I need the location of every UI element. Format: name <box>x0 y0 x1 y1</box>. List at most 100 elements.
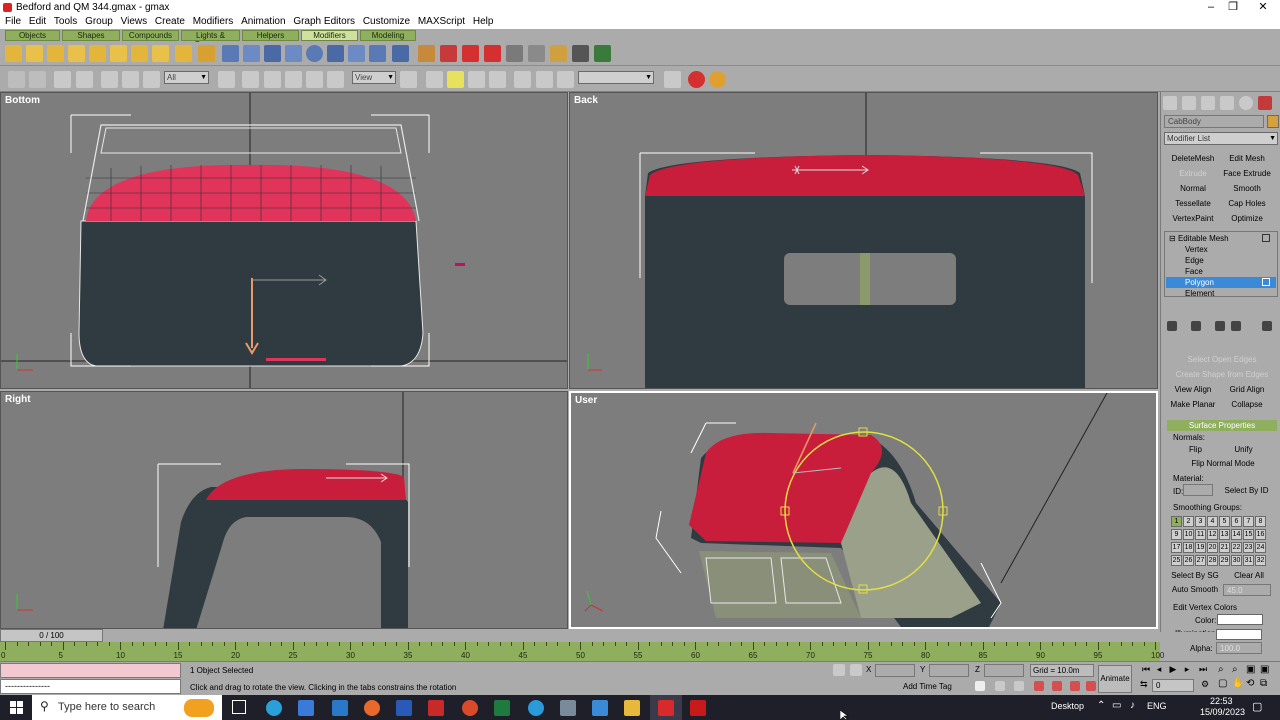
zoom-extents-icon[interactable]: ▣ <box>1246 664 1255 675</box>
clock-time[interactable]: 22:53 <box>1210 696 1233 706</box>
select-icon[interactable] <box>101 71 118 88</box>
minimize-button[interactable]: – <box>1200 0 1222 15</box>
sphere-icon[interactable] <box>306 45 323 62</box>
next-frame-icon[interactable]: ▸ <box>1180 664 1194 676</box>
mirror-icon[interactable] <box>514 71 531 88</box>
menu-customize[interactable]: Customize <box>363 15 410 29</box>
smoothing-group-button[interactable]: 2 <box>1183 516 1194 527</box>
pan-icon[interactable]: ✋ <box>1232 678 1244 689</box>
smoothing-group-button[interactable]: 27 <box>1195 555 1206 566</box>
firefox-icon[interactable] <box>364 700 380 716</box>
key-filter-icon[interactable] <box>1014 681 1024 691</box>
gmax-task-active[interactable] <box>650 695 682 720</box>
menu-animation[interactable]: Animation <box>241 15 285 29</box>
tessellate-button[interactable]: Tessellate <box>1167 197 1219 210</box>
move-icon[interactable] <box>242 71 259 88</box>
scale-icon[interactable] <box>327 71 344 88</box>
display-tab-icon[interactable] <box>1239 96 1253 110</box>
prev-frame-icon[interactable]: ◂ <box>1152 664 1166 676</box>
stack-toggle-icon[interactable] <box>1262 234 1270 242</box>
select-by-name-icon[interactable] <box>122 71 139 88</box>
lock-selection-icon[interactable] <box>833 664 845 676</box>
stack-root-editable-mesh[interactable]: ⊟ Editable Mesh <box>1169 234 1229 243</box>
key-filter-icon[interactable] <box>1086 681 1096 691</box>
modifier-icon[interactable] <box>327 45 344 62</box>
viewport-user[interactable]: User <box>569 391 1158 629</box>
windows-start-icon[interactable] <box>10 701 23 714</box>
menu-group[interactable]: Group <box>85 15 113 29</box>
network-icon[interactable]: ▭ <box>1112 700 1121 711</box>
create-tab-icon[interactable] <box>1163 96 1177 110</box>
redo-icon[interactable] <box>29 71 46 88</box>
skype-icon[interactable] <box>528 700 544 716</box>
ref-coord-dropdown[interactable]: View <box>352 71 396 84</box>
cap-holes-button[interactable]: Cap Holes <box>1221 197 1273 210</box>
remove-modifier-icon[interactable] <box>1231 321 1241 331</box>
stack-item-vertex[interactable]: Vertex <box>1185 245 1208 254</box>
select-by-id-button[interactable]: Select By ID <box>1219 484 1274 497</box>
alpha-field[interactable]: 100.0 <box>1216 642 1262 654</box>
smoothing-group-button[interactable]: 28 <box>1207 555 1218 566</box>
smoothing-group-button[interactable]: 20 <box>1207 542 1218 553</box>
rotate-icon[interactable] <box>285 71 302 88</box>
undo-icon[interactable] <box>8 71 25 88</box>
current-frame-field[interactable]: 0 <box>1152 679 1194 692</box>
smoothing-group-button[interactable]: 15 <box>1243 529 1254 540</box>
smoothing-group-button[interactable]: 30 <box>1231 555 1242 566</box>
stack-item-element[interactable]: Element <box>1185 289 1214 298</box>
named-selection-dropdown[interactable] <box>578 71 654 84</box>
key-filter-icon[interactable] <box>975 681 985 691</box>
key-filter-icon[interactable] <box>1070 681 1080 691</box>
language-indicator[interactable]: ENG <box>1147 701 1167 711</box>
tab-shapes[interactable]: Shapes <box>62 30 120 41</box>
move-icon[interactable] <box>264 71 281 88</box>
smoothing-group-button[interactable]: 17 <box>1171 542 1182 553</box>
key-filter-icon[interactable] <box>1034 681 1044 691</box>
select-by-sg-button[interactable]: Select By SG <box>1169 569 1221 582</box>
viewport-label-user[interactable]: User <box>575 395 597 406</box>
z-coordinate-field[interactable] <box>984 664 1024 677</box>
close-button[interactable]: ✕ <box>1252 0 1274 15</box>
viewport-label-right[interactable]: Right <box>5 394 31 405</box>
material-icon[interactable] <box>484 45 501 62</box>
view-align-button[interactable]: View Align <box>1167 383 1219 396</box>
illumination-color-swatch[interactable] <box>1216 629 1262 640</box>
modifier-icon[interactable] <box>222 45 239 62</box>
material-icon[interactable] <box>462 45 479 62</box>
vertex-color-swatch[interactable] <box>1217 614 1263 625</box>
app-icon[interactable] <box>560 700 576 716</box>
y-coordinate-field[interactable] <box>929 664 969 677</box>
utilities-tab-icon[interactable] <box>1258 96 1272 110</box>
checker-icon[interactable] <box>572 45 589 62</box>
tab-modifiers[interactable]: Modifiers <box>301 30 358 41</box>
auto-smooth-threshold[interactable]: 45.0 <box>1223 584 1271 596</box>
menu-tools[interactable]: Tools <box>54 15 77 29</box>
acrobat-icon[interactable] <box>428 700 444 716</box>
smoothing-group-button[interactable]: 4 <box>1207 516 1218 527</box>
flip-normal-mode-button[interactable]: Flip Normal Mode <box>1173 457 1273 470</box>
menu-graph-editors[interactable]: Graph Editors <box>293 15 355 29</box>
mesh-tool-icon[interactable] <box>175 45 192 62</box>
unlink-icon[interactable] <box>76 71 93 88</box>
menu-file[interactable]: File <box>5 15 21 29</box>
select-window-icon[interactable] <box>218 71 235 88</box>
material-icon[interactable] <box>528 45 545 62</box>
smoothing-group-button[interactable]: 8 <box>1255 516 1266 527</box>
mesh-tool-icon[interactable] <box>26 45 43 62</box>
tab-compounds[interactable]: Compounds <box>122 30 179 41</box>
animate-button[interactable]: Animate <box>1098 665 1132 693</box>
smoothing-group-button[interactable]: 6 <box>1231 516 1242 527</box>
mesh-tool-icon[interactable] <box>89 45 106 62</box>
pivot-icon[interactable] <box>400 71 417 88</box>
zoom-icon[interactable]: ⌕ <box>1218 664 1224 675</box>
mesh-tool-icon[interactable] <box>47 45 64 62</box>
material-editor-icon[interactable] <box>688 71 705 88</box>
tray-chevron-icon[interactable]: ⌃ <box>1097 700 1105 711</box>
stack-toggle-icon[interactable] <box>1262 278 1270 286</box>
smoothing-group-button[interactable]: 7 <box>1243 516 1254 527</box>
restore-button[interactable]: ❐ <box>1222 0 1244 15</box>
tab-objects[interactable]: Objects <box>5 30 60 41</box>
menu-views[interactable]: Views <box>121 15 148 29</box>
clock-date[interactable]: 15/09/2023 <box>1200 707 1245 717</box>
normal-button[interactable]: Normal <box>1167 182 1219 195</box>
